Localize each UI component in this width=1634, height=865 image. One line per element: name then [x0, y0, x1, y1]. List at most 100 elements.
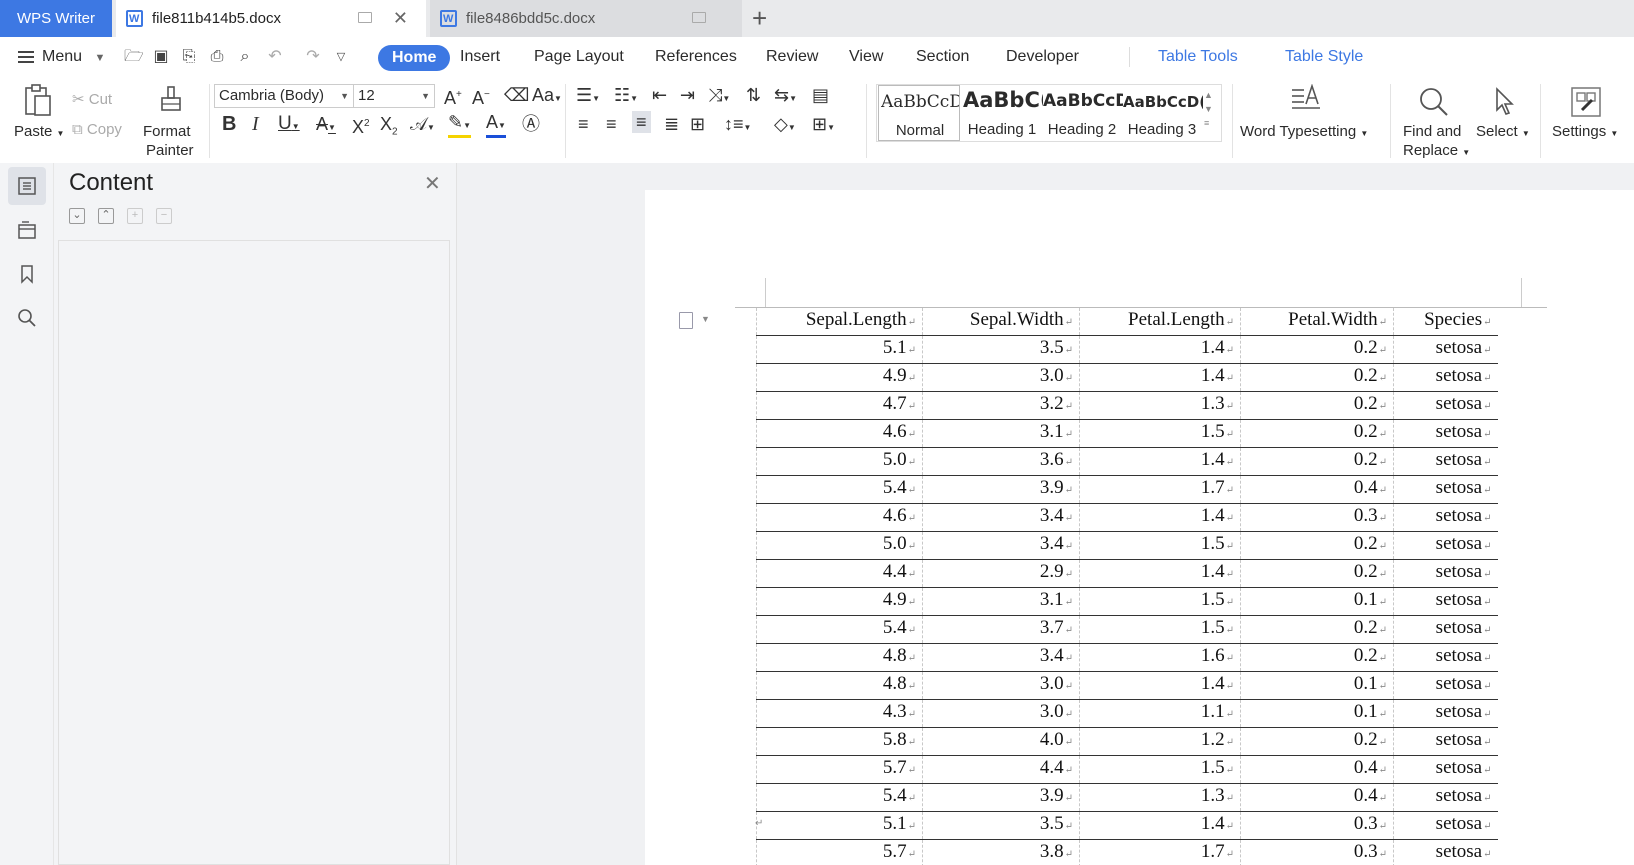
numbered-list-icon[interactable]: ☷▼	[614, 84, 638, 110]
print-preview-icon[interactable]: ⌕	[236, 48, 254, 66]
table-cell[interactable]: setosa↵	[1393, 503, 1498, 532]
tab-developer[interactable]: Developer	[1006, 37, 1079, 77]
select-button[interactable]: Select ▼	[1476, 123, 1530, 140]
search-icon[interactable]	[8, 299, 46, 337]
table-cell[interactable]: 5.4↵	[756, 615, 923, 644]
word-typesetting-icon[interactable]	[1290, 83, 1322, 118]
close-tab-icon[interactable]: ✕	[393, 0, 408, 37]
table-header-cell[interactable]: Petal.Width↵	[1240, 308, 1394, 336]
line-spacing-icon[interactable]: ↕≡▼	[724, 113, 751, 139]
table-cell[interactable]: setosa↵	[1393, 531, 1498, 560]
table-cell[interactable]: 0.4↵	[1240, 755, 1394, 784]
text-effects-icon[interactable]: 𝒜▼	[410, 113, 435, 139]
text-direction-icon[interactable]: ⇆▼	[774, 84, 797, 110]
font-size-select[interactable]: 12 ▼	[353, 84, 435, 108]
select-cursor-icon[interactable]	[1492, 86, 1518, 118]
cut-button[interactable]: ✂ Cut	[72, 90, 112, 108]
table-cell[interactable]: setosa↵	[1393, 727, 1498, 756]
italic-icon[interactable]: I	[252, 113, 259, 135]
paste-icon[interactable]	[22, 84, 54, 118]
table-cell[interactable]: 5.0↵	[756, 531, 923, 560]
table-header-cell[interactable]: Petal.Length↵	[1079, 308, 1241, 336]
table-cell[interactable]: 1.5↵	[1079, 587, 1241, 616]
table-cell[interactable]: 4.8↵	[756, 643, 923, 672]
table-cell[interactable]: 0.1↵	[1240, 699, 1394, 728]
table-cell[interactable]: 1.4↵	[1079, 671, 1241, 700]
table-cell[interactable]: setosa↵	[1393, 363, 1498, 392]
styles-scroll[interactable]: ▲ ▼ ≡	[1204, 88, 1213, 130]
table-cell[interactable]: 5.1↵	[756, 811, 923, 840]
bullet-list-icon[interactable]: ☰▼	[576, 84, 600, 110]
redo-icon[interactable]: ↷	[304, 48, 322, 66]
table-cell[interactable]: 3.5↵	[922, 811, 1080, 840]
tab-table-style[interactable]: Table Style	[1285, 37, 1363, 77]
table-cell[interactable]: setosa↵	[1393, 419, 1498, 448]
strikethrough-icon[interactable]: A▼	[316, 113, 336, 139]
chevron-down-icon[interactable]: ▼	[701, 314, 710, 324]
align-left-icon[interactable]: ≡	[578, 113, 589, 135]
tab-insert[interactable]: Insert	[460, 37, 500, 77]
table-cell[interactable]: setosa↵	[1393, 615, 1498, 644]
table-cell[interactable]: 4.8↵	[756, 671, 923, 700]
table-cell[interactable]: 1.4↵	[1079, 363, 1241, 392]
print-icon[interactable]: ⎙	[208, 48, 226, 66]
table-cell[interactable]: 4.9↵	[756, 363, 923, 392]
table-cell[interactable]: 1.6↵	[1079, 643, 1241, 672]
table-cell[interactable]: setosa↵	[1393, 643, 1498, 672]
word-typesetting-button[interactable]: Word Typesetting ▼	[1240, 123, 1368, 140]
shrink-font-icon[interactable]: A−	[472, 84, 490, 109]
tab-document-inactive[interactable]: file8486bdd5c.docx	[430, 0, 742, 38]
table-cell[interactable]: 5.0↵	[756, 447, 923, 476]
open-folder-icon[interactable]: 🗁	[124, 48, 144, 66]
table-cell[interactable]: setosa↵	[1393, 391, 1498, 420]
table-cell[interactable]: 4.6↵	[756, 419, 923, 448]
bookmark-icon[interactable]	[8, 255, 46, 293]
table-cell[interactable]: 0.2↵	[1240, 727, 1394, 756]
distribute-icon[interactable]: ⊞	[690, 113, 705, 135]
format-painter-label-2[interactable]: Painter	[146, 142, 194, 159]
table-cell[interactable]: 5.8↵	[756, 727, 923, 756]
settings-icon[interactable]	[1570, 86, 1602, 118]
save-icon[interactable]: ▣	[152, 48, 170, 66]
clear-formatting-icon[interactable]: ⌫	[504, 84, 529, 106]
tab-table-tools[interactable]: Table Tools	[1158, 37, 1238, 77]
table-cell[interactable]: 4.4↵	[756, 559, 923, 588]
paste-button[interactable]: Paste ▼	[14, 123, 64, 140]
tab-document-active[interactable]: file811b414b5.docx ✕	[116, 0, 426, 38]
remove-heading-icon[interactable]: −	[156, 208, 172, 224]
tab-home[interactable]: Home	[378, 45, 451, 71]
table-cell[interactable]: 0.4↵	[1240, 783, 1394, 812]
style-heading-2[interactable]: AaBbCcD Heading 2	[1041, 85, 1123, 141]
increase-indent-icon[interactable]: ⇥	[680, 84, 695, 106]
find-replace-label-1[interactable]: Find and	[1403, 123, 1461, 140]
subscript-icon[interactable]: X2	[380, 113, 398, 144]
table-cell[interactable]: 4.6↵	[756, 503, 923, 532]
table-cell[interactable]: 0.2↵	[1240, 559, 1394, 588]
table-cell[interactable]: 0.2↵	[1240, 531, 1394, 560]
table-cell[interactable]: 3.9↵	[922, 783, 1080, 812]
superscript-icon[interactable]: X2	[352, 113, 370, 138]
export-pdf-icon[interactable]: ⎘	[180, 48, 198, 66]
table-cell[interactable]: 1.4↵	[1079, 447, 1241, 476]
monitor-icon[interactable]	[358, 12, 372, 23]
table-cell[interactable]: 1.1↵	[1079, 699, 1241, 728]
table-cell[interactable]: 0.2↵	[1240, 335, 1394, 364]
document-page[interactable]: ▼ Sepal.Length↵ Sepal.Width↵ Petal.Length↵…	[645, 190, 1634, 865]
table-cell[interactable]: 3.4↵	[922, 503, 1080, 532]
table-cell[interactable]: setosa↵	[1393, 839, 1498, 865]
grow-font-icon[interactable]: A+	[444, 84, 462, 109]
table-cell[interactable]: 0.4↵	[1240, 475, 1394, 504]
new-tab-button[interactable]: +	[752, 2, 767, 34]
table-cell[interactable]: 3.8↵	[922, 839, 1080, 865]
data-table[interactable]: Sepal.Length↵ Sepal.Width↵ Petal.Length↵ Pe…	[756, 308, 1498, 865]
highlight-icon[interactable]: ✎▼	[448, 113, 472, 138]
search-icon[interactable]	[1418, 86, 1450, 118]
table-cell[interactable]: 0.3↵	[1240, 503, 1394, 532]
table-cell[interactable]: 5.4↵	[756, 783, 923, 812]
font-color-icon[interactable]: A▼	[486, 113, 506, 138]
table-cell[interactable]: 5.7↵	[756, 755, 923, 784]
table-cell[interactable]: 0.2↵	[1240, 643, 1394, 672]
table-cell[interactable]: 1.5↵	[1079, 419, 1241, 448]
tab-view[interactable]: View	[849, 37, 883, 77]
toc-icon[interactable]	[8, 167, 46, 205]
